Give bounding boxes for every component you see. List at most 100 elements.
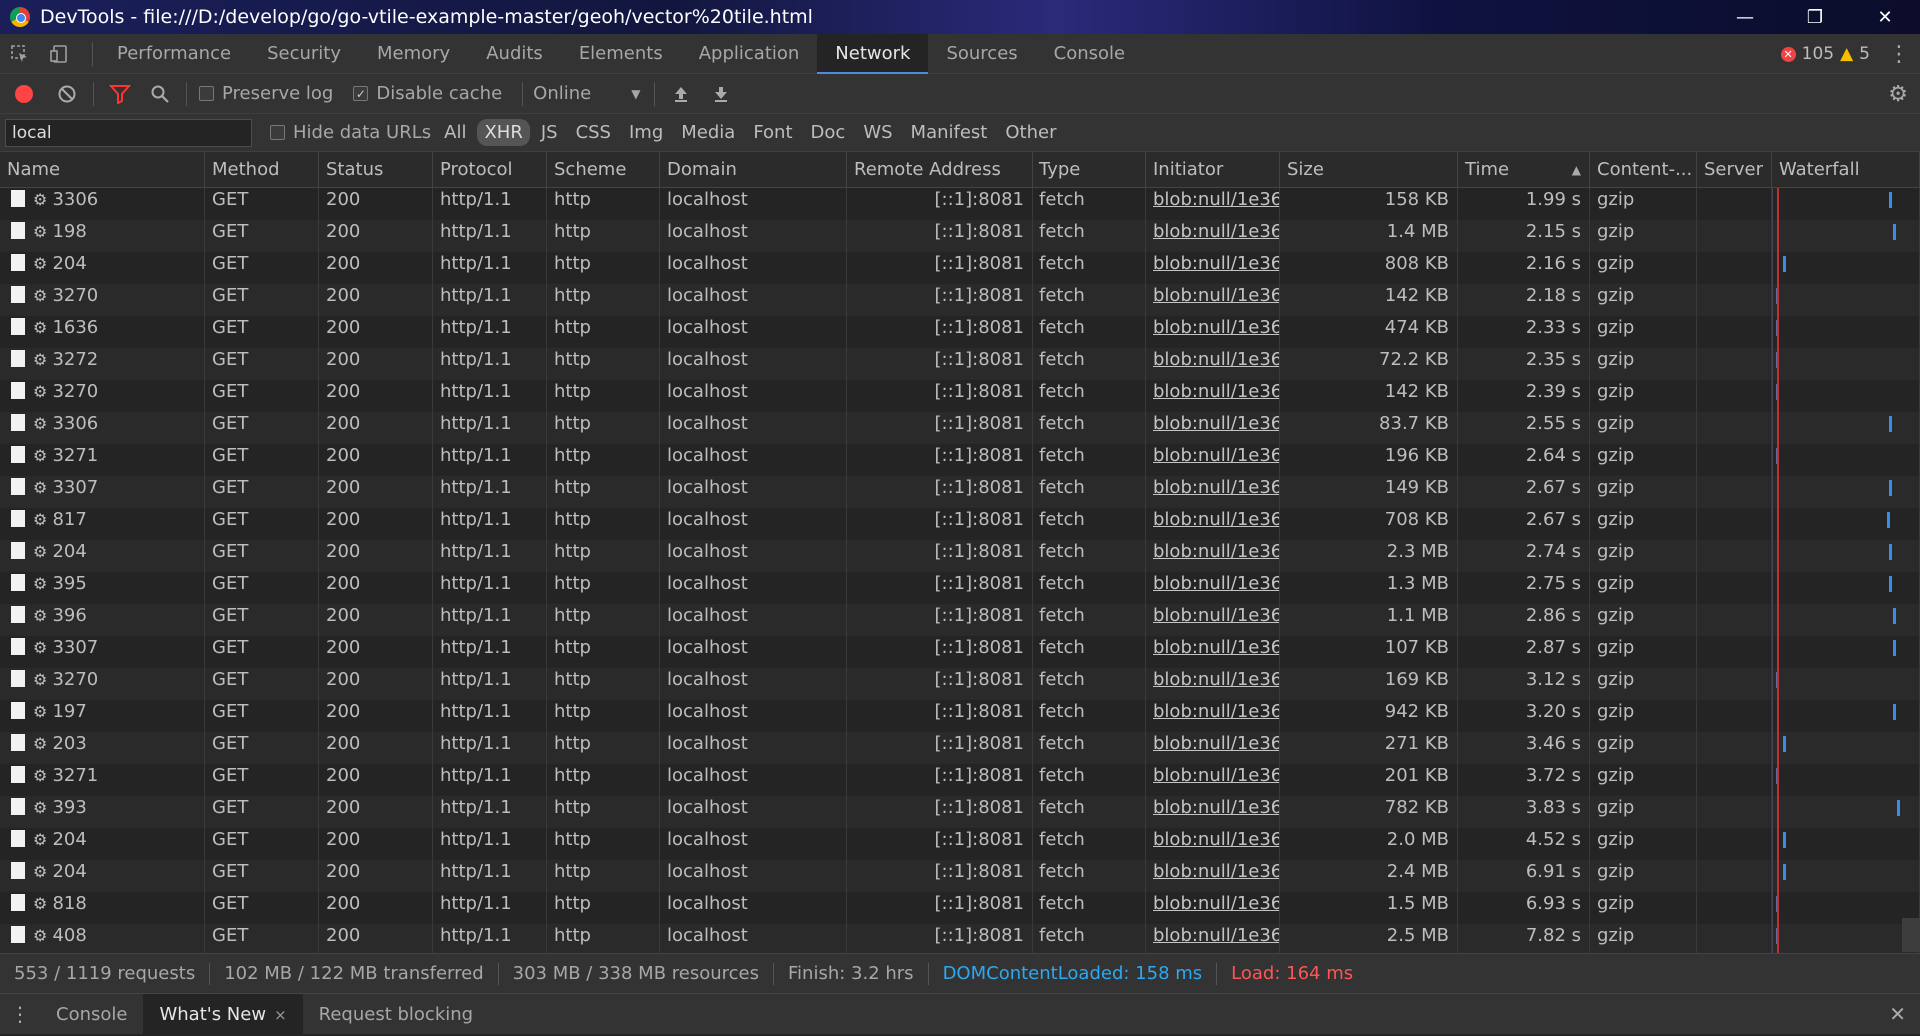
table-row[interactable]: ⚙ 204 GET 200 http/1.1 http localhost [::1]:80… [0,252,1920,284]
table-row[interactable]: ⚙ 3306 GET 200 http/1.1 http localhost [::1]:8… [0,188,1920,220]
scrollbar-thumb[interactable] [1902,918,1920,952]
throttling-select[interactable]: Online ▼ [533,83,640,104]
hide-data-urls-checkbox[interactable]: Hide data URLs [270,122,431,143]
cell-initiator[interactable]: blob:null/1e36... [1146,828,1280,860]
table-row[interactable]: ⚙ 817 GET 200 http/1.1 http localhost [::1]:80… [0,508,1920,540]
type-filter-css[interactable]: CSS [569,119,618,146]
cell-initiator[interactable]: blob:null/1e36... [1146,924,1280,953]
cell-initiator[interactable]: blob:null/1e36... [1146,764,1280,796]
disable-cache-checkbox[interactable]: ✓ Disable cache [353,83,502,104]
column-header-status[interactable]: Status [319,152,433,188]
table-row[interactable]: ⚙ 3306 GET 200 http/1.1 http localhost [::1]:8… [0,412,1920,444]
column-header-initiator[interactable]: Initiator [1146,152,1280,188]
column-header-remote-address[interactable]: Remote Address [847,152,1033,188]
close-window-button[interactable]: ✕ [1850,0,1920,34]
type-filter-doc[interactable]: Doc [804,119,853,146]
table-row[interactable]: ⚙ 204 GET 200 http/1.1 http localhost [::1]:80… [0,540,1920,572]
cell-initiator[interactable]: blob:null/1e36... [1146,444,1280,476]
column-header-server[interactable]: Server [1697,152,1772,188]
table-row[interactable]: ⚙ 3270 GET 200 http/1.1 http localhost [::1]:8… [0,284,1920,316]
table-row[interactable]: ⚙ 204 GET 200 http/1.1 http localhost [::1]:80… [0,860,1920,892]
inspect-element-icon[interactable] [0,34,40,74]
cell-initiator[interactable]: blob:null/1e36... [1146,508,1280,540]
table-row[interactable]: ⚙ 3307 GET 200 http/1.1 http localhost [::1]:8… [0,636,1920,668]
tab-memory[interactable]: Memory [359,34,468,74]
cell-initiator[interactable]: blob:null/1e36... [1146,476,1280,508]
export-har-icon[interactable] [701,74,741,114]
column-header-domain[interactable]: Domain [660,152,847,188]
filter-icon[interactable] [100,74,140,114]
cell-initiator[interactable]: blob:null/1e36... [1146,732,1280,764]
settings-gear-icon[interactable]: ⚙ [1888,74,1908,114]
table-row[interactable]: ⚙ 198 GET 200 http/1.1 http localhost [::1]:80… [0,220,1920,252]
table-row[interactable]: ⚙ 204 GET 200 http/1.1 http localhost [::1]:80… [0,828,1920,860]
type-filter-all[interactable]: All [437,119,473,146]
cell-initiator[interactable]: blob:null/1e36... [1146,284,1280,316]
close-drawer-icon[interactable]: ✕ [1889,994,1906,1035]
type-filter-manifest[interactable]: Manifest [904,119,995,146]
type-filter-xhr[interactable]: XHR [477,119,530,146]
table-row[interactable]: ⚙ 408 GET 200 http/1.1 http localhost [::1]:80… [0,924,1920,953]
table-row[interactable]: ⚙ 197 GET 200 http/1.1 http localhost [::1]:80… [0,700,1920,732]
type-filter-img[interactable]: Img [622,119,670,146]
column-header-type[interactable]: Type [1032,152,1146,188]
type-filter-font[interactable]: Font [746,119,799,146]
drawer-tab-console[interactable]: Console [40,994,143,1035]
cell-initiator[interactable]: blob:null/1e36... [1146,604,1280,636]
import-har-icon[interactable] [661,74,701,114]
restore-button[interactable]: ❐ [1780,0,1850,34]
tab-sources[interactable]: Sources [928,34,1035,74]
column-header-waterfall[interactable]: Waterfall [1772,152,1920,188]
column-header-time[interactable]: Time ▲ [1458,152,1590,188]
column-header-method[interactable]: Method [205,152,319,188]
cell-initiator[interactable]: blob:null/1e36... [1146,348,1280,380]
table-row[interactable]: ⚙ 395 GET 200 http/1.1 http localhost [::1]:80… [0,572,1920,604]
tab-application[interactable]: Application [681,34,818,74]
table-row[interactable]: ⚙ 3271 GET 200 http/1.1 http localhost [::1]:8… [0,764,1920,796]
cell-initiator[interactable]: blob:null/1e36... [1146,796,1280,828]
column-header-size[interactable]: Size [1280,152,1458,188]
tab-elements[interactable]: Elements [561,34,681,74]
cell-initiator[interactable]: blob:null/1e36... [1146,540,1280,572]
table-row[interactable]: ⚙ 203 GET 200 http/1.1 http localhost [::1]:80… [0,732,1920,764]
column-header-protocol[interactable]: Protocol [433,152,547,188]
drawer-tab-whats-new[interactable]: What's New × [143,993,303,1035]
type-filter-ws[interactable]: WS [856,119,899,146]
search-icon[interactable] [140,74,180,114]
table-row[interactable]: ⚙ 818 GET 200 http/1.1 http localhost [::1]:80… [0,892,1920,924]
table-row[interactable]: ⚙ 3271 GET 200 http/1.1 http localhost [::1]:8… [0,444,1920,476]
cell-initiator[interactable]: blob:null/1e36... [1146,316,1280,348]
tab-performance[interactable]: Performance [99,34,249,74]
cell-initiator[interactable]: blob:null/1e36... [1146,220,1280,252]
tab-audits[interactable]: Audits [468,34,561,74]
cell-initiator[interactable]: blob:null/1e36... [1146,636,1280,668]
type-filter-js[interactable]: JS [534,119,565,146]
table-row[interactable]: ⚙ 393 GET 200 http/1.1 http localhost [::1]:80… [0,796,1920,828]
device-toolbar-icon[interactable] [40,34,80,74]
column-header-content[interactable]: Content-... [1590,152,1697,188]
table-row[interactable]: ⚙ 3270 GET 200 http/1.1 http localhost [::1]:8… [0,380,1920,412]
preserve-log-checkbox[interactable]: Preserve log [199,83,333,104]
tab-console[interactable]: Console [1036,34,1143,74]
cell-initiator[interactable]: blob:null/1e36... [1146,668,1280,700]
type-filter-media[interactable]: Media [674,119,742,146]
cell-initiator[interactable]: blob:null/1e36... [1146,860,1280,892]
column-header-scheme[interactable]: Scheme [547,152,660,188]
cell-initiator[interactable]: blob:null/1e36... [1146,380,1280,412]
close-tab-icon[interactable]: × [274,1006,287,1024]
cell-initiator[interactable]: blob:null/1e36... [1146,188,1280,220]
tab-security[interactable]: Security [249,34,359,74]
record-button[interactable] [15,84,33,103]
cell-initiator[interactable]: blob:null/1e36... [1146,892,1280,924]
table-row[interactable]: ⚙ 396 GET 200 http/1.1 http localhost [::1]:80… [0,604,1920,636]
clear-icon[interactable] [47,74,87,114]
tab-network[interactable]: Network [817,33,929,74]
column-header-name[interactable]: Name [0,152,205,188]
table-row[interactable]: ⚙ 1636 GET 200 http/1.1 http localhost [::1]:8… [0,316,1920,348]
table-row[interactable]: ⚙ 3272 GET 200 http/1.1 http localhost [::1]:8… [0,348,1920,380]
minimize-button[interactable]: — [1710,0,1780,34]
more-options-icon[interactable]: ⋮ [1888,34,1910,74]
table-row[interactable]: ⚙ 3307 GET 200 http/1.1 http localhost [::1]:8… [0,476,1920,508]
cell-initiator[interactable]: blob:null/1e36... [1146,700,1280,732]
drawer-tab-request-blocking[interactable]: Request blocking [303,994,489,1035]
